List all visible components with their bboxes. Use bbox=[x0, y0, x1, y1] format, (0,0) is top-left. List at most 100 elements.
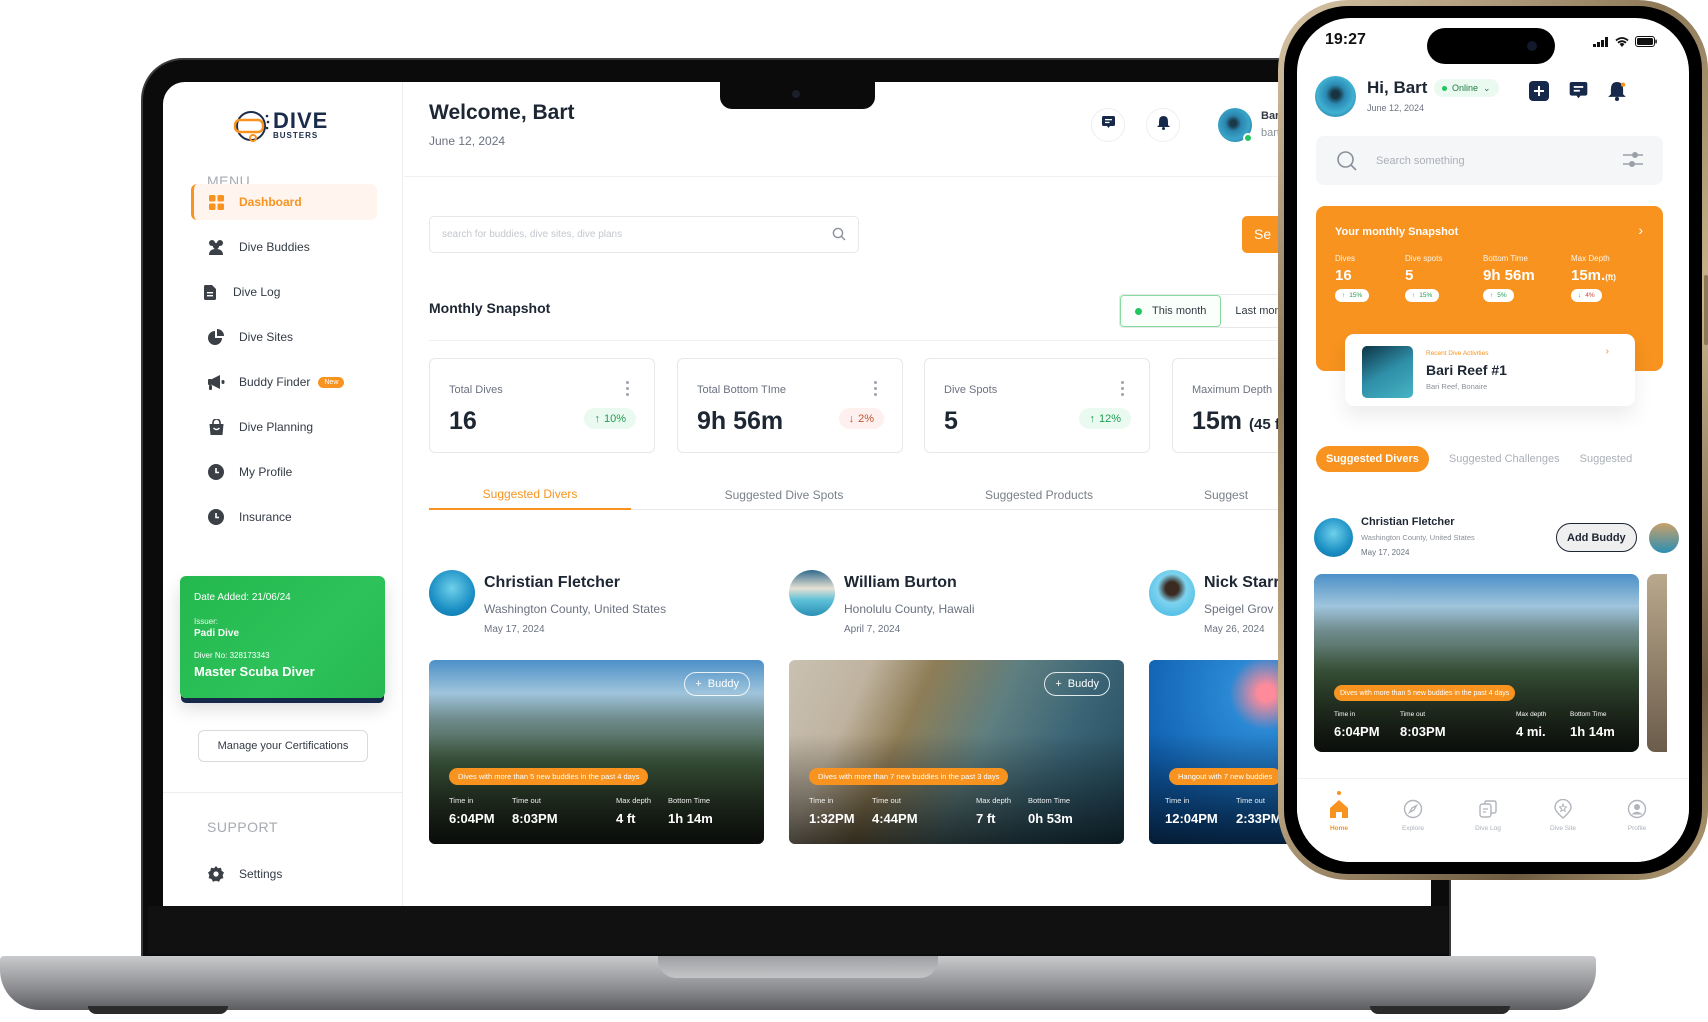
stat-value: 16 bbox=[1335, 267, 1352, 284]
tab-suggested-divers[interactable]: Suggested Divers bbox=[1316, 446, 1429, 472]
nav-label: Home bbox=[1329, 825, 1349, 832]
sidebar-item-label: Buddy Finder bbox=[239, 375, 311, 389]
add-buddy-button[interactable]: + Buddy bbox=[1044, 672, 1110, 696]
more-options-icon[interactable] bbox=[626, 381, 630, 396]
logo-text-busters: BUSTERS bbox=[273, 131, 319, 140]
next-diver-avatar[interactable] bbox=[1649, 523, 1679, 553]
clock-icon bbox=[207, 463, 225, 481]
metric-value: 7 ft bbox=[976, 811, 996, 826]
message-icon bbox=[1101, 115, 1115, 135]
stat-label: Maximum Depth bbox=[1192, 384, 1273, 396]
stat-change: ↓ 4% bbox=[1571, 289, 1602, 302]
search-icon[interactable] bbox=[832, 227, 846, 244]
stat-label: Total Bottom TIme bbox=[697, 384, 787, 396]
cert-date-added: Date Added: 21/06/24 bbox=[194, 592, 291, 603]
user-avatar[interactable] bbox=[1218, 108, 1253, 143]
more-options-icon[interactable] bbox=[1121, 381, 1125, 396]
diver-date: May 17, 2024 bbox=[1361, 548, 1410, 557]
logo[interactable]: DIVE BUSTERS bbox=[231, 106, 328, 144]
sidebar-item-dive-sites[interactable]: Dive Sites bbox=[191, 319, 377, 355]
search-input[interactable]: search for buddies, dive sites, dive pla… bbox=[429, 216, 859, 253]
messages-button[interactable] bbox=[1091, 108, 1125, 142]
period-selector: This month Last month bbox=[1119, 294, 1305, 328]
sidebar-item-label: Dive Planning bbox=[239, 420, 314, 434]
sidebar-item-dive-log[interactable]: Dive Log bbox=[191, 274, 377, 310]
notifications-button[interactable] bbox=[1606, 80, 1628, 102]
add-buddy-button[interactable]: + Buddy bbox=[684, 672, 750, 696]
wifi-icon bbox=[1615, 34, 1629, 52]
add-buddy-label: Buddy bbox=[707, 678, 739, 690]
diver-avatar bbox=[1149, 570, 1195, 616]
diver-avatar bbox=[429, 570, 475, 616]
metric-label: Max depth bbox=[1516, 711, 1547, 718]
period-this-month[interactable]: This month bbox=[1120, 295, 1222, 327]
sidebar-item-settings[interactable]: Settings bbox=[191, 856, 377, 892]
new-badge: New bbox=[318, 376, 345, 388]
dive-card[interactable]: Dives with more than 5 new buddies in th… bbox=[1314, 574, 1639, 752]
search-input[interactable]: Search something bbox=[1316, 136, 1663, 185]
stat-value-main: 15m. bbox=[1571, 267, 1606, 284]
notifications-button[interactable] bbox=[1146, 108, 1180, 142]
chevron-right-icon[interactable]: › bbox=[1606, 346, 1609, 357]
add-buddy-button[interactable]: Add Buddy bbox=[1556, 523, 1637, 552]
sidebar: DIVE BUSTERS MENU Dashboard Dive Buddies… bbox=[163, 82, 403, 906]
diver-date: May 17, 2024 bbox=[484, 624, 545, 635]
stat-change-value: 15% bbox=[1419, 292, 1433, 299]
chevron-down-icon: ⌄ bbox=[1483, 82, 1491, 93]
sidebar-item-dashboard[interactable]: Dashboard bbox=[191, 184, 377, 220]
laptop-foot bbox=[1370, 1006, 1510, 1014]
diver-name: Christian Fletcher bbox=[484, 574, 621, 591]
chevron-right-icon[interactable]: › bbox=[1638, 222, 1643, 238]
stat-label: Bottom Time bbox=[1483, 254, 1528, 263]
sidebar-item-buddy-finder[interactable]: Buddy Finder New bbox=[191, 364, 377, 400]
dive-card[interactable]: + Buddy Dives with more than 5 new buddie… bbox=[429, 660, 764, 844]
tab-suggested-more[interactable]: Suggested bbox=[1580, 453, 1633, 465]
tab-suggested-divers[interactable]: Suggested Divers bbox=[429, 480, 631, 510]
bottom-navigation: Home Explore Dive Log Dive Site Profile bbox=[1297, 778, 1689, 862]
tab-suggested-challenges[interactable]: Suggested Challenges bbox=[1449, 453, 1560, 465]
highlight-pill: Dives with more than 7 new buddies in th… bbox=[809, 768, 1009, 785]
certification-card[interactable]: Date Added: 21/06/24 Issuer: Padi Dive D… bbox=[180, 576, 385, 698]
search-placeholder: Search something bbox=[1376, 154, 1465, 167]
metric-value: 4 ft bbox=[616, 811, 636, 826]
manage-certifications-button[interactable]: Manage your Certifications bbox=[198, 730, 368, 762]
nav-dive-site[interactable]: Dive Site bbox=[1533, 799, 1593, 832]
diver-avatar[interactable] bbox=[1314, 518, 1353, 557]
add-button[interactable] bbox=[1528, 80, 1550, 102]
metric-value: 1h 14m bbox=[1570, 724, 1615, 739]
greeting-date: June 12, 2024 bbox=[1367, 103, 1425, 113]
filter-sliders-icon[interactable] bbox=[1623, 151, 1643, 172]
sidebar-item-dive-buddies[interactable]: Dive Buddies bbox=[191, 229, 377, 265]
sidebar-item-dive-planning[interactable]: Dive Planning bbox=[191, 409, 377, 445]
metric-value: 0h 53m bbox=[1028, 811, 1073, 826]
stat-label: Max Depth bbox=[1571, 254, 1610, 263]
metric-label: Time out bbox=[872, 796, 901, 805]
tab-suggested-dive-spots[interactable]: Suggested Dive Spots bbox=[684, 480, 884, 510]
user-avatar[interactable] bbox=[1315, 76, 1356, 117]
stat-change: ↑ 10% bbox=[584, 408, 636, 429]
location-pin-icon bbox=[1554, 799, 1572, 819]
metric-value: 12:04PM bbox=[1165, 811, 1218, 826]
metric-label: Bottom Time bbox=[1028, 796, 1071, 805]
next-dive-card[interactable] bbox=[1647, 574, 1667, 752]
status-dropdown[interactable]: Online ⌄ bbox=[1434, 79, 1499, 97]
nav-home[interactable]: Home bbox=[1309, 791, 1369, 832]
tab-suggested-products[interactable]: Suggested Products bbox=[939, 480, 1139, 510]
nav-profile[interactable]: Profile bbox=[1607, 799, 1667, 832]
more-options-icon[interactable] bbox=[874, 381, 878, 396]
arrow-up-icon: ↑ bbox=[1490, 292, 1494, 299]
messages-button[interactable] bbox=[1567, 80, 1589, 102]
nav-dive-log[interactable]: Dive Log bbox=[1458, 799, 1518, 832]
add-buddy-label: Buddy bbox=[1067, 678, 1099, 690]
recent-kicker: Recent Dive Activities bbox=[1426, 350, 1489, 357]
sidebar-item-insurance[interactable]: Insurance bbox=[191, 499, 377, 535]
nav-explore[interactable]: Explore bbox=[1383, 799, 1443, 832]
bell-icon bbox=[1156, 115, 1170, 135]
sidebar-item-my-profile[interactable]: My Profile bbox=[191, 454, 377, 490]
sidebar-item-label: Dive Sites bbox=[239, 330, 294, 344]
recent-dive-card[interactable]: Recent Dive Activities Bari Reef #1 Bari… bbox=[1345, 334, 1635, 406]
page-title: Welcome, Bart bbox=[429, 101, 575, 124]
logo-text-dive: DIVE bbox=[273, 108, 329, 133]
dive-card[interactable]: + Buddy Dives with more than 7 new buddie… bbox=[789, 660, 1124, 844]
diver-avatar bbox=[789, 570, 835, 616]
